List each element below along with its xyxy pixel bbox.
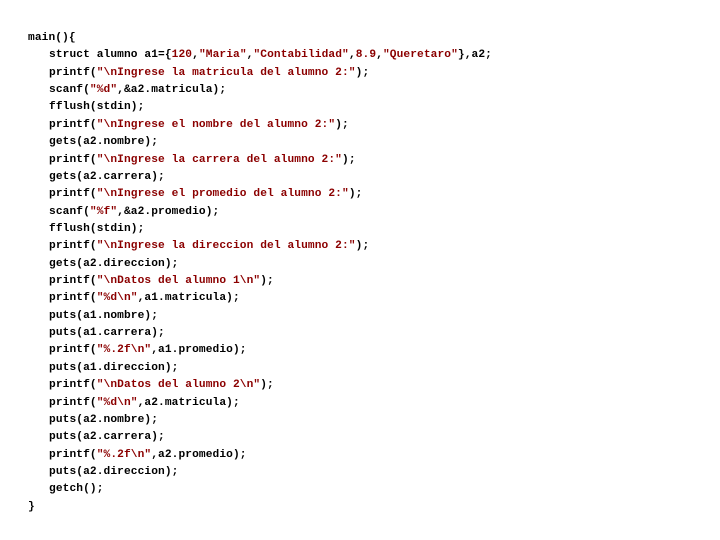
code-token-id: a1={ — [144, 49, 171, 61]
code-line: gets(a2.direccion); — [28, 256, 692, 273]
code-line: printf("%.2f\n",a2.promedio); — [28, 447, 692, 464]
code-line: puts(a1.nombre); — [28, 308, 692, 325]
code-token-id: scanf( — [49, 84, 90, 96]
code-token-id: printf( — [49, 344, 97, 356]
code-token-id: ,a2.promedio); — [151, 449, 246, 461]
code-token-id: getch(); — [49, 483, 104, 495]
code-line: getch(); — [28, 481, 692, 498]
code-token-id: gets(a2.direccion); — [49, 258, 178, 270]
code-token-id: ); — [349, 188, 363, 200]
code-token-str: "%f" — [90, 206, 117, 218]
code-line: scanf("%d",&a2.matricula); — [28, 82, 692, 99]
code-token-id: printf( — [49, 67, 97, 79]
code-line: scanf("%f",&a2.promedio); — [28, 204, 692, 221]
code-token-str: "Maria" — [199, 49, 247, 61]
code-token-id: ); — [342, 154, 356, 166]
code-token-id: puts(a2.carrera); — [49, 431, 165, 443]
code-token-id: ,a2.matricula); — [138, 397, 240, 409]
code-token-id: printf( — [49, 449, 97, 461]
code-token-num: 8.9 — [356, 49, 376, 61]
code-token-id: printf( — [49, 292, 97, 304]
code-line: puts(a2.carrera); — [28, 429, 692, 446]
code-line: printf("\nIngrese el nombre del alumno 2… — [28, 117, 692, 134]
code-line: printf("\nIngrese la direccion del alumn… — [28, 238, 692, 255]
code-token-str: "\nDatos del alumno 1\n" — [97, 275, 261, 287]
code-token-id: printf( — [49, 240, 97, 252]
code-line: printf("\nDatos del alumno 1\n"); — [28, 273, 692, 290]
code-line: printf("\nDatos del alumno 2\n"); — [28, 377, 692, 394]
code-token-id: ); — [260, 379, 274, 391]
code-token-id: ,&a2.promedio); — [117, 206, 219, 218]
code-line: printf("%d\n",a1.matricula); — [28, 290, 692, 307]
code-token-id: fflush(stdin); — [49, 223, 144, 235]
code-line: printf("%d\n",a2.matricula); — [28, 395, 692, 412]
code-token-str: "%d\n" — [97, 292, 138, 304]
code-line: fflush(stdin); — [28, 99, 692, 116]
code-token-id: ,a1.promedio); — [151, 344, 246, 356]
code-token-id: },a2; — [458, 49, 492, 61]
code-token-str: "\nIngrese el promedio del alumno 2:" — [97, 188, 349, 200]
code-line: printf("%.2f\n",a1.promedio); — [28, 342, 692, 359]
code-token-id: ); — [356, 67, 370, 79]
code-token-id: puts(a2.direccion); — [49, 466, 178, 478]
code-token-id: puts(a1.carrera); — [49, 327, 165, 339]
code-token-id: printf( — [49, 154, 97, 166]
code-line: printf("\nIngrese el promedio del alumno… — [28, 186, 692, 203]
code-token-id: gets(a2.nombre); — [49, 136, 158, 148]
code-token-id: ); — [260, 275, 274, 287]
code-line: } — [28, 499, 692, 516]
code-token-id: fflush(stdin); — [49, 101, 144, 113]
code-token-str: "%.2f\n" — [97, 344, 152, 356]
code-token-str: "\nIngrese la direccion del alumno 2:" — [97, 240, 356, 252]
code-token-str: "\nIngrese la matricula del alumno 2:" — [97, 67, 356, 79]
code-token-str: "Contabilidad" — [253, 49, 348, 61]
code-token-id: printf( — [49, 119, 97, 131]
code-block: main(){struct alumno a1={120,"Maria","Co… — [28, 30, 692, 516]
code-line: struct alumno a1={120,"Maria","Contabili… — [28, 47, 692, 64]
code-token-str: "%d" — [90, 84, 117, 96]
code-line: gets(a2.carrera); — [28, 169, 692, 186]
code-token-id: ); — [356, 240, 370, 252]
code-line: gets(a2.nombre); — [28, 134, 692, 151]
code-token-id: ); — [335, 119, 349, 131]
code-token-str: "\nIngrese la carrera del alumno 2:" — [97, 154, 342, 166]
code-token-str: "\nIngrese el nombre del alumno 2:" — [97, 119, 335, 131]
code-token-str: "\nDatos del alumno 2\n" — [97, 379, 261, 391]
code-line: puts(a1.carrera); — [28, 325, 692, 342]
code-line: main(){ — [28, 30, 692, 47]
code-token-id: gets(a2.carrera); — [49, 171, 165, 183]
code-line: printf("\nIngrese la matricula del alumn… — [28, 65, 692, 82]
code-token-id: } — [28, 501, 35, 513]
code-token-id: printf( — [49, 379, 97, 391]
code-token-id: puts(a1.direccion); — [49, 362, 178, 374]
code-token-str: "%.2f\n" — [97, 449, 152, 461]
code-token-id: , — [349, 49, 356, 61]
code-token-id: printf( — [49, 188, 97, 200]
code-line: puts(a1.direccion); — [28, 360, 692, 377]
code-token-str: "Queretaro" — [383, 49, 458, 61]
code-token-kw: struct alumno — [49, 49, 144, 61]
code-token-id: ,&a2.matricula); — [117, 84, 226, 96]
code-token-kw: main — [28, 32, 55, 44]
code-token-id: printf( — [49, 397, 97, 409]
code-token-str: "%d\n" — [97, 397, 138, 409]
code-token-id: puts(a2.nombre); — [49, 414, 158, 426]
code-token-id: ,a1.matricula); — [138, 292, 240, 304]
code-token-id: puts(a1.nombre); — [49, 310, 158, 322]
code-line: printf("\nIngrese la carrera del alumno … — [28, 152, 692, 169]
code-line: puts(a2.nombre); — [28, 412, 692, 429]
code-token-num: 120 — [172, 49, 192, 61]
code-token-id: (){ — [55, 32, 75, 44]
code-line: puts(a2.direccion); — [28, 464, 692, 481]
code-token-id: scanf( — [49, 206, 90, 218]
code-token-id: , — [192, 49, 199, 61]
code-line: fflush(stdin); — [28, 221, 692, 238]
code-token-id: printf( — [49, 275, 97, 287]
code-token-id: , — [376, 49, 383, 61]
